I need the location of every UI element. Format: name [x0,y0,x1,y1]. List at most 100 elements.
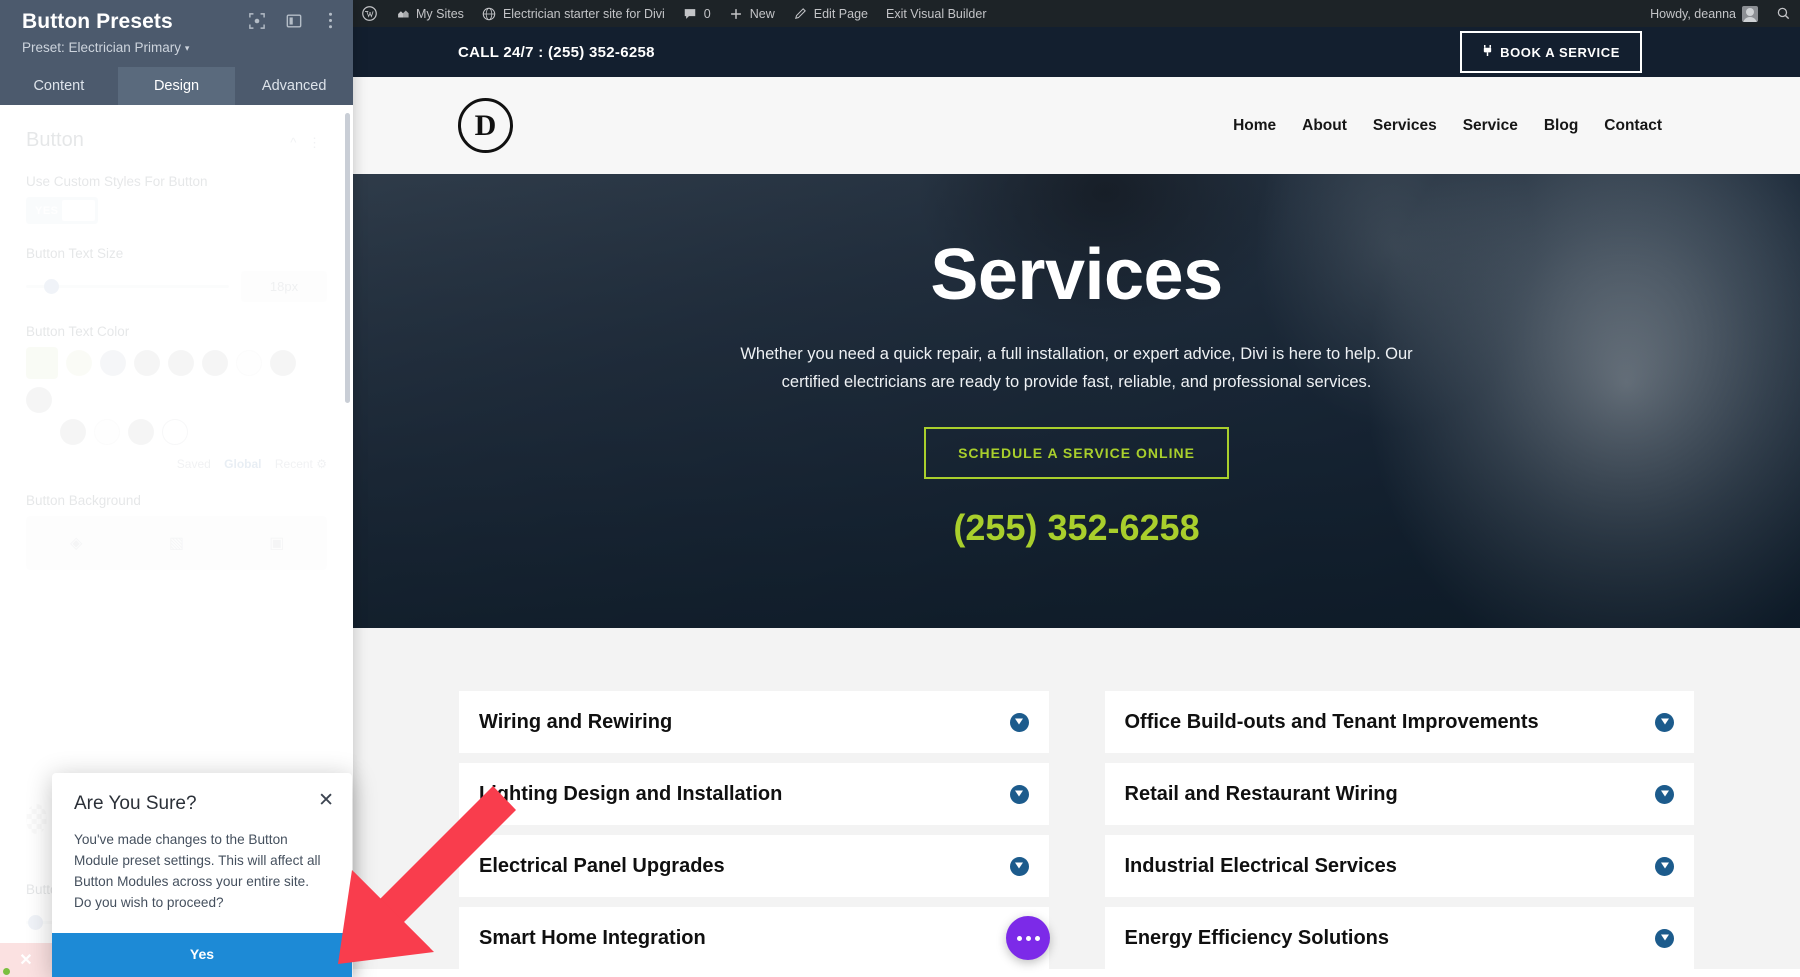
transparent-swatch[interactable] [26,804,48,834]
slider-handle[interactable] [44,279,60,294]
layout-icon[interactable] [285,12,302,29]
global-colors-tab[interactable]: Global [224,457,261,471]
tab-design[interactable]: Design [117,67,236,105]
admin-search-button[interactable] [1767,0,1800,27]
service-title: Wiring and Rewiring [479,710,673,733]
color-swatch[interactable] [60,419,86,445]
service-accordion-item[interactable]: Retail and Restaurant Wiring [1104,763,1694,825]
comment-count: 0 [703,6,711,21]
site-logo[interactable]: D [458,98,513,153]
nav-link-contact[interactable]: Contact [1604,117,1662,135]
nav-link-blog[interactable]: Blog [1544,117,1578,135]
slider-handle[interactable] [28,915,44,930]
button-text-size-value[interactable]: 18px [241,271,327,302]
use-custom-styles-toggle[interactable]: YES [26,197,98,224]
color-settings-icon[interactable]: ⚙ [316,457,327,471]
color-swatch[interactable] [100,350,126,376]
nav-link-service[interactable]: Service [1463,117,1518,135]
button-background-label: Button Background [26,493,141,508]
tab-content[interactable]: Content [0,67,118,105]
color-swatch[interactable] [94,419,120,445]
edit-page-button[interactable]: Edit Page [784,0,877,27]
hero-phone-number[interactable]: (255) 352-6258 [353,507,1800,549]
service-accordion-item[interactable]: Industrial Electrical Services [1104,835,1694,897]
recent-colors-tab[interactable]: Recent [275,457,313,471]
use-custom-styles-label: Use Custom Styles For Button [26,174,208,189]
add-color-button[interactable] [162,419,188,445]
button-section-title: Button [26,129,84,151]
service-accordion-item[interactable]: Energy Efficiency Solutions [1104,907,1694,969]
hero-heading: Services [930,235,1223,315]
nav-link-home[interactable]: Home [1233,117,1276,135]
account-menu[interactable]: Howdy, deanna [1641,0,1767,27]
chevron-down-icon[interactable] [1009,784,1029,804]
button-text-size-slider[interactable] [26,279,229,294]
service-accordion-item[interactable]: Wiring and Rewiring [459,691,1049,753]
preset-label: Preset: Electrician Primary [22,40,182,55]
site-name-label: Electrician starter site for Divi [502,6,665,21]
new-content-button[interactable]: New [720,0,784,27]
site-name-menu[interactable]: Electrician starter site for Divi [473,0,674,27]
background-image-tab[interactable]: ▣ [227,516,327,570]
kebab-icon[interactable] [322,12,339,29]
services-column-left: Wiring and Rewiring Lighting Design and … [459,691,1049,969]
are-you-sure-modal: Are You Sure? ✕ You've made changes to t… [52,772,352,977]
chevron-down-icon[interactable] [1009,856,1029,876]
book-a-service-button[interactable]: BOOK A SERVICE [1460,31,1642,73]
settings-panel-tabs: Content Design Advanced [0,67,353,105]
section-collapse-icon[interactable]: ^ ⋮ [290,135,325,151]
color-swatch[interactable] [270,350,296,376]
screenshot-root: My Sites Electrician starter site for Di… [0,0,1800,977]
service-accordion-item[interactable]: Electrical Panel Upgrades [459,835,1049,897]
tab-advanced[interactable]: Advanced [235,67,353,105]
modal-yes-button[interactable]: Yes [52,933,352,977]
status-dot [3,968,10,975]
dot [1016,935,1022,941]
exit-visual-builder-button[interactable]: Exit Visual Builder [877,0,996,27]
topbar-call-text: CALL 24/7 : (255) 352-6258 [458,43,655,61]
color-source-tabs: Saved Global Recent ⚙ [26,457,327,471]
my-sites-menu[interactable]: My Sites [386,0,473,27]
plug-icon [1482,44,1493,60]
button-text-color-label: Button Text Color [26,324,130,339]
more-options-icon[interactable] [1006,916,1050,960]
focus-icon[interactable] [248,12,265,29]
color-swatch[interactable] [66,350,92,376]
close-icon[interactable]: ✕ [318,791,334,810]
background-color-tab[interactable]: ◈ [26,516,126,570]
close-icon[interactable]: ✕ [19,950,32,970]
chevron-down-icon[interactable] [1655,712,1674,732]
color-swatch[interactable] [202,350,228,376]
panel-scrollbar[interactable] [345,113,350,403]
schedule-service-button[interactable]: SCHEDULE A SERVICE ONLINE [924,427,1229,480]
nav-link-services[interactable]: Services [1373,117,1437,135]
saved-colors-tab[interactable]: Saved [177,457,211,471]
service-accordion-item[interactable]: Lighting Design and Installation [459,763,1049,825]
notification-dismiss-strip[interactable]: ✕ [0,943,52,977]
nav-link-about[interactable]: About [1302,117,1347,135]
color-swatch[interactable] [236,350,262,376]
comments-button[interactable]: 0 [674,0,720,27]
color-swatch[interactable] [128,419,154,445]
chevron-down-icon[interactable] [1655,856,1674,876]
service-title: Retail and Restaurant Wiring [1124,782,1398,805]
panel-header-icons [248,12,339,29]
wordpress-logo-button[interactable] [353,0,386,27]
color-swatch[interactable] [26,387,52,413]
preset-selector[interactable]: Preset: Electrician Primary ▾ [22,40,337,55]
color-swatch-selected[interactable] [26,347,58,379]
color-swatch[interactable] [134,350,160,376]
my-sites-icon [395,6,410,21]
service-accordion-item[interactable]: Smart Home Integration [459,907,1049,969]
service-accordion-item[interactable]: Office Build-outs and Tenant Improvement… [1104,691,1694,753]
button-section-header[interactable]: Button ^ ⋮ [26,129,327,152]
background-gradient-tab[interactable]: ▧ [126,516,226,570]
chevron-down-icon[interactable] [1655,784,1674,804]
chevron-down-icon[interactable] [1655,928,1674,948]
site-navbar: D Home About Services Service Blog Conta… [353,77,1800,174]
new-label: New [749,6,775,21]
pencil-icon [793,6,808,21]
chevron-down-icon[interactable] [1009,712,1029,732]
color-swatch[interactable] [168,350,194,376]
avatar [1742,5,1758,22]
